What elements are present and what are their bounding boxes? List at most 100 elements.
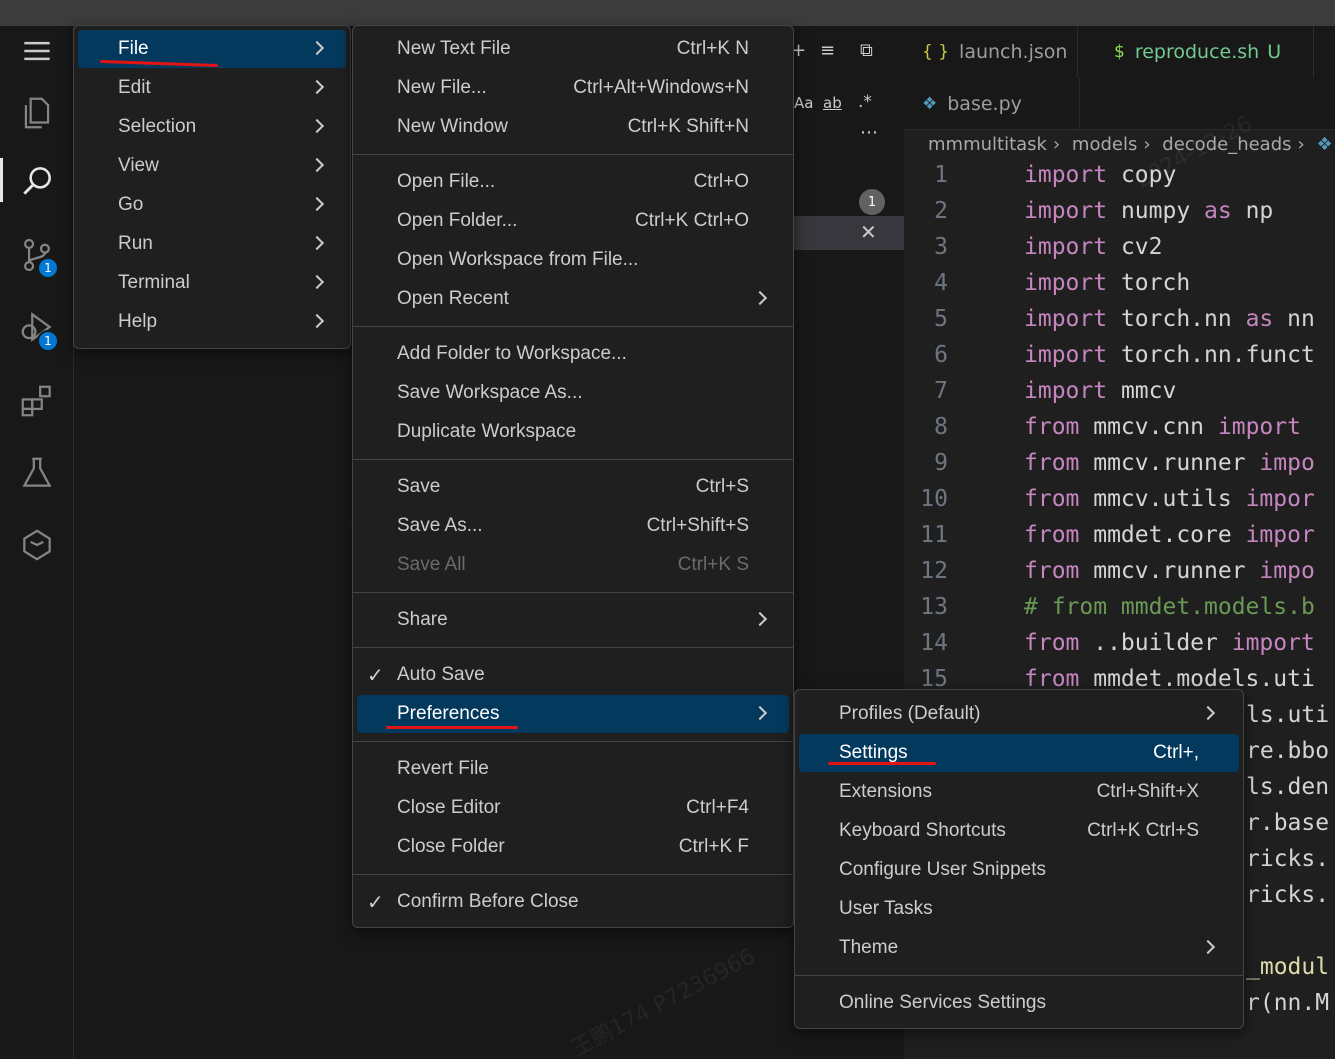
code-text: mmcv.runner <box>1079 558 1260 584</box>
annotation-underline-preferences <box>386 726 518 729</box>
code-line[interactable]: 5 import torch.nn as nn <box>904 306 1335 342</box>
code-line[interactable]: 13 # from mmdet.models.b <box>904 594 1335 630</box>
code-line[interactable]: 12 from mmcv.runner impo <box>904 558 1335 594</box>
keyboard-shortcut: Ctrl+Shift+S <box>646 515 749 536</box>
main-menu-edit[interactable]: Edit <box>78 69 346 107</box>
file-menu-save-as[interactable]: Save As... Ctrl+Shift+S <box>357 507 789 545</box>
file-menu-open-file[interactable]: Open File... Ctrl+O <box>357 163 789 201</box>
menu-separator <box>353 741 793 742</box>
keyboard-shortcut: Ctrl+F4 <box>686 797 749 818</box>
explorer-icon[interactable] <box>0 82 74 144</box>
run-debug-icon[interactable]: 1 <box>0 296 74 358</box>
code-keyword: from <box>1024 630 1080 656</box>
close-icon[interactable]: ✕ <box>860 220 877 244</box>
whole-word-icon[interactable]: ab <box>823 94 842 112</box>
code-line[interactable]: 14 from ..builder import <box>904 630 1335 666</box>
file-menu-save-workspace-as[interactable]: Save Workspace As... <box>357 374 789 412</box>
file-menu-open-folder[interactable]: Open Folder... Ctrl+K Ctrl+O <box>357 202 789 240</box>
file-menu-confirm-before-close[interactable]: ✓ Confirm Before Close <box>357 883 789 921</box>
main-menu-go[interactable]: Go <box>78 186 346 224</box>
chevron-right-icon <box>309 157 325 173</box>
code-keyword: impo <box>1259 450 1315 476</box>
regex-icon[interactable]: .* <box>858 92 872 112</box>
copy-icon[interactable]: ⧉ <box>860 40 873 61</box>
code-line[interactable]: 3 import cv2 <box>904 234 1335 270</box>
file-menu-share[interactable]: Share <box>357 601 789 639</box>
file-menu-new-file[interactable]: New File... Ctrl+Alt+Windows+N <box>357 69 789 107</box>
breadcrumb-item[interactable]: models <box>1072 134 1137 155</box>
main-menu-view[interactable]: View <box>78 147 346 185</box>
file-menu-new-window[interactable]: New Window Ctrl+K Shift+N <box>357 108 789 146</box>
code-keyword: import <box>1024 342 1108 368</box>
python-icon: ❖ <box>1316 134 1333 155</box>
chevron-right-icon: › <box>1297 134 1305 155</box>
keyboard-shortcut: Ctrl+O <box>693 171 749 192</box>
code-line[interactable]: 2 import numpy as np <box>904 198 1335 234</box>
main-menu-run[interactable]: Run <box>78 225 346 263</box>
code-line[interactable]: 1 import copy <box>904 162 1335 198</box>
preferences-menu-keyboard-shortcuts[interactable]: Keyboard Shortcuts Ctrl+K Ctrl+S <box>799 812 1239 850</box>
shell-icon: $ <box>1114 42 1125 62</box>
testing-icon[interactable] <box>0 442 74 504</box>
file-menu-add-folder-to-workspace[interactable]: Add Folder to Workspace... <box>357 335 789 373</box>
source-control-badge: 1 <box>37 257 59 279</box>
magnifier-icon <box>23 167 51 195</box>
preferences-menu-extensions[interactable]: Extensions Ctrl+Shift+X <box>799 773 1239 811</box>
search-icon[interactable] <box>0 150 74 212</box>
chevron-right-icon <box>309 118 325 134</box>
code-line[interactable]: 7 import mmcv <box>904 378 1335 414</box>
file-menu-auto-save[interactable]: ✓ Auto Save <box>357 656 789 694</box>
extensions-icon[interactable] <box>0 370 74 432</box>
breadcrumb-item[interactable]: mmmultitask <box>928 134 1047 155</box>
chevron-right-icon <box>309 196 325 212</box>
code-keyword: from <box>1024 558 1080 584</box>
preferences-menu-online-services-settings[interactable]: Online Services Settings <box>799 984 1239 1022</box>
code-keyword: import <box>1024 234 1108 260</box>
main-menu-selection[interactable]: Selection <box>78 108 346 146</box>
breadcrumb-item[interactable]: decode_heads <box>1162 134 1291 155</box>
preferences-menu-settings[interactable]: Settings Ctrl+, <box>799 734 1239 772</box>
code-line[interactable]: 9 from mmcv.runner impo <box>904 450 1335 486</box>
file-menu-close-editor[interactable]: Close Editor Ctrl+F4 <box>357 789 789 827</box>
source-control-icon[interactable]: 1 <box>0 224 74 286</box>
search-result-row[interactable] <box>794 216 904 250</box>
file-menu-open-recent[interactable]: Open Recent <box>357 280 789 318</box>
file-menu-close-folder[interactable]: Close Folder Ctrl+K F <box>357 828 789 866</box>
collapse-list-icon[interactable]: ≡ <box>820 40 835 61</box>
tab-base-py[interactable]: ❖ base.py <box>904 78 1080 130</box>
code-text: mmdet.core <box>1079 522 1246 548</box>
code-keyword: import <box>1231 630 1315 656</box>
code-fragment: r(nn.M <box>1246 990 1330 1016</box>
preferences-menu-theme[interactable]: Theme <box>799 929 1239 967</box>
main-menu-help[interactable]: Help <box>78 303 346 341</box>
chevron-right-icon <box>1200 939 1216 955</box>
file-menu-open-workspace-from-file[interactable]: Open Workspace from File... <box>357 241 789 279</box>
match-case-icon[interactable]: Aa <box>794 94 813 112</box>
code-line[interactable]: 8 from mmcv.cnn import <box>904 414 1335 450</box>
line-number: 3 <box>934 234 948 260</box>
code-line[interactable]: 10 from mmcv.utils impor <box>904 486 1335 522</box>
file-menu-save[interactable]: Save Ctrl+S <box>357 468 789 506</box>
menu-item-label: Save Workspace As... <box>397 382 583 403</box>
code-keyword: from <box>1024 522 1080 548</box>
menu-icon[interactable] <box>0 20 74 82</box>
preferences-menu-profiles-default[interactable]: Profiles (Default) <box>799 695 1239 733</box>
tab-launch-json[interactable]: { } launch.json <box>904 26 1078 78</box>
remote-icon[interactable] <box>0 514 74 576</box>
menu-separator <box>353 592 793 593</box>
menu-separator <box>353 647 793 648</box>
menu-item-label: Confirm Before Close <box>397 891 579 912</box>
preferences-menu-configure-user-snippets[interactable]: Configure User Snippets <box>799 851 1239 889</box>
code-line[interactable]: 11 from mmdet.core impor <box>904 522 1335 558</box>
copilot-icon <box>23 529 51 561</box>
main-menu-terminal[interactable]: Terminal <box>78 264 346 302</box>
file-menu-revert-file[interactable]: Revert File <box>357 750 789 788</box>
tab-reproduce-sh[interactable]: $ reproduce.sh U <box>1078 26 1314 78</box>
code-line[interactable]: 4 import torch <box>904 270 1335 306</box>
more-actions-icon[interactable]: ⋯ <box>860 122 878 143</box>
preferences-menu-user-tasks[interactable]: User Tasks <box>799 890 1239 928</box>
menu-item-label: User Tasks <box>839 898 933 919</box>
file-menu-duplicate-workspace[interactable]: Duplicate Workspace <box>357 413 789 451</box>
code-line[interactable]: 6 import torch.nn.funct <box>904 342 1335 378</box>
file-menu-new-text-file[interactable]: New Text File Ctrl+K N <box>357 30 789 68</box>
